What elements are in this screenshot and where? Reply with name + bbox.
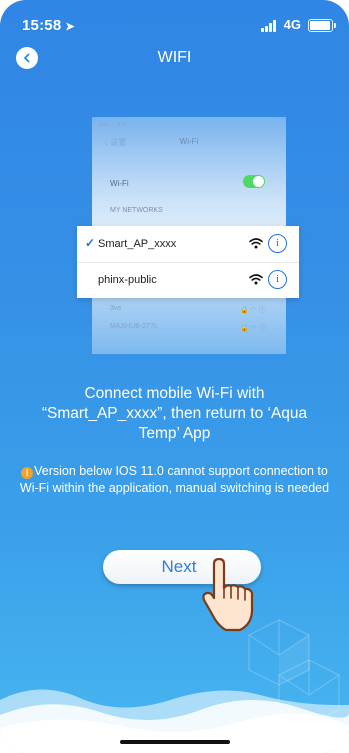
location-arrow-icon: ➤ xyxy=(65,21,75,33)
wifi-icon xyxy=(249,238,263,249)
info-icon: i xyxy=(268,234,287,253)
screenshot-wifi-label: Wi-Fi xyxy=(110,179,129,188)
my-networks-label: MY NETWORKS xyxy=(110,207,163,214)
screenshot-status: ●●●○○ · 9:41 xyxy=(98,122,128,128)
home-indicator[interactable] xyxy=(120,740,230,744)
faded-network-icons: 🔒 ◠ ⓘ xyxy=(240,307,266,314)
network-type: 4G xyxy=(283,17,301,32)
list-item: phinx-public i xyxy=(77,262,299,298)
info-icon: i xyxy=(268,270,287,289)
status-time: 15:58 ➤ xyxy=(22,17,75,34)
signal-icon xyxy=(261,20,279,32)
screenshot-title: Wi-Fi xyxy=(179,137,199,146)
network-name: Smart_AP_xxxx xyxy=(98,238,177,250)
network-list-card: ✓ Smart_AP_xxxx i phinx-public i xyxy=(77,226,299,298)
app-screen: 15:58 ➤ 4G WIFI ●●●○○ · 9:41 〈 设置 Wi-Fi W… xyxy=(0,0,349,753)
faded-network-2: MAXHUB-277c xyxy=(110,323,158,330)
page-title: WIFI xyxy=(157,49,192,66)
wifi-toggle xyxy=(243,175,265,188)
warning-text: Version below IOS 11.0 cannot support co… xyxy=(19,464,330,495)
wifi-icon xyxy=(249,274,263,285)
status-bar: 15:58 ➤ 4G xyxy=(0,0,349,44)
warning-note: ! Version below IOS 11.0 cannot support c… xyxy=(18,463,331,497)
faded-network-1: 3ve xyxy=(110,305,122,312)
time-text: 15:58 xyxy=(22,17,62,34)
next-button-label: Next xyxy=(161,557,197,576)
faded-network-icons-2: 🔒 ◠ ⓘ xyxy=(240,325,266,332)
checkmark-icon: ✓ xyxy=(85,236,96,250)
warning-icon: ! xyxy=(21,467,34,479)
list-item: ✓ Smart_AP_xxxx i xyxy=(77,226,299,263)
network-name: phinx-public xyxy=(98,274,157,286)
battery-icon xyxy=(308,19,336,32)
instruction-text: Connect mobile Wi-Fi with “Smart_AP_xxxx… xyxy=(41,385,308,442)
